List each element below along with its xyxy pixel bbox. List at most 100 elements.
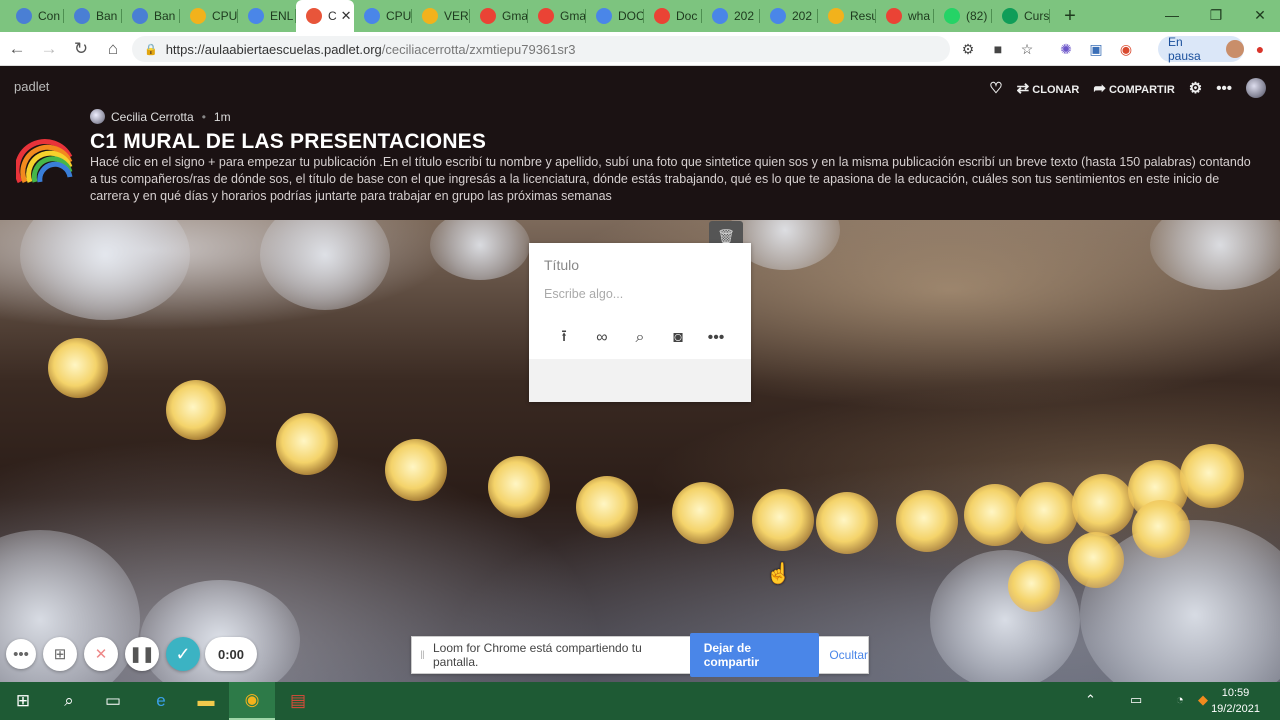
more-icon[interactable]: ••• [1216, 80, 1232, 97]
search-icon[interactable]: ⌕ [629, 327, 651, 349]
post-body-input[interactable]: Escribe algo... [544, 287, 623, 301]
maximize-icon[interactable]: ❐ [1194, 0, 1238, 30]
camera-icon[interactable]: ■ [988, 39, 1008, 59]
new-tab-button[interactable]: + [1056, 0, 1084, 32]
browser-tab[interactable]: CPU [354, 0, 412, 32]
tab-label: Gma [560, 9, 586, 23]
post-composer: Título Escribe algo... ⭱ ∞ ⌕ ◙ ••• [529, 243, 751, 402]
profile-chip[interactable]: En pausa [1158, 35, 1244, 63]
share-button[interactable]: ➦ COMPARTIR [1093, 79, 1174, 97]
url-path: /ceciliacerrotta/zxmtiepu79361sr3 [381, 41, 576, 57]
c-circle-icon [16, 8, 32, 24]
more-icon[interactable]: ••• [6, 639, 36, 669]
drawing-tool-icon[interactable]: ⊞ [43, 637, 77, 671]
avast-icon[interactable]: ◆ [1198, 692, 1208, 708]
drag-handle-icon[interactable]: ‖ [420, 648, 425, 662]
c-circle-icon [132, 8, 148, 24]
browser-tab[interactable]: CPU [180, 0, 238, 32]
browser-tab[interactable]: 202 [760, 0, 818, 32]
page-description: Hacé clic en el signo + para empezar tu … [90, 155, 1251, 203]
menu-icon[interactable]: ● [1250, 39, 1270, 59]
edge-icon[interactable]: e [138, 682, 184, 720]
loom-extension-icon[interactable]: ◉ [1116, 39, 1136, 59]
avatar [90, 109, 105, 124]
avatar [1226, 40, 1244, 58]
system-clock[interactable]: 10:59 19/2/2021 [1211, 685, 1260, 717]
pause-recording-button[interactable]: ❚❚ [125, 637, 159, 671]
more-icon[interactable]: ••• [705, 327, 727, 349]
browser-tab[interactable]: Doc [644, 0, 702, 32]
heart-icon[interactable]: ♡ [989, 79, 1002, 97]
home-icon[interactable]: ⌂ [98, 34, 128, 64]
site-settings-icon[interactable]: ⚙ [958, 39, 978, 59]
hide-button[interactable]: Ocultar [829, 648, 868, 662]
author-line: Cecilia Cerrotta • 1m [90, 109, 231, 124]
screen-share-notification: ‖ Loom for Chrome está compartiendo tu p… [411, 633, 869, 677]
browser-tab[interactable]: 202 [702, 0, 760, 32]
tab-label: Gma [502, 9, 528, 23]
browser-tab[interactable]: Gma [470, 0, 528, 32]
tab-label: C [328, 9, 337, 23]
chrome-icon[interactable]: ◉ [229, 682, 275, 720]
browser-tab[interactable]: Con [6, 0, 64, 32]
drive-icon [828, 8, 844, 24]
browser-tab[interactable]: Ban [122, 0, 180, 32]
close-window-icon[interactable]: ✕ [1238, 0, 1280, 30]
browser-tab[interactable]: Gma [528, 0, 586, 32]
cancel-recording-button[interactable]: ✕ [84, 637, 118, 671]
windows-start-icon[interactable]: ⊞ [0, 682, 46, 720]
clone-button[interactable]: ⇄ CLONAR [1017, 79, 1080, 97]
wifi-icon[interactable]: ◔ [1176, 692, 1184, 707]
camera-icon[interactable]: ◙ [667, 327, 689, 349]
browser-tab[interactable]: VER [412, 0, 470, 32]
upload-icon[interactable]: ⭱ [553, 327, 575, 349]
padlet-header: padlet ♡ ⇄ CLONAR ➦ COMPARTIR ⚙ ••• Ceci… [0, 66, 1280, 220]
gear-icon[interactable]: ⚙ [1189, 79, 1202, 97]
rainbow-icon [306, 8, 322, 24]
browser-tab[interactable]: Curs [992, 0, 1050, 32]
chevron-up-icon[interactable]: ⌃ [1085, 692, 1096, 708]
browser-tab[interactable]: ENL [238, 0, 296, 32]
link-icon[interactable]: ∞ [591, 327, 613, 349]
extension-icon[interactable]: ✺ [1056, 39, 1076, 59]
windows-taskbar: ⊞ ⌕ ▭ e ▬ ◉ ▤ ⌃ ▭ ◔ ◆ 10:59 19/2/2021 [0, 682, 1280, 720]
author-name: Cecilia Cerrotta [111, 109, 194, 124]
browser-toolbar: ← → ↻ ⌂ 🔒 https://aulaabiertaescuelas.pa… [0, 32, 1280, 66]
finish-recording-button[interactable]: ✓ [166, 637, 200, 671]
browser-tab[interactable]: C ✕ [296, 0, 354, 32]
browser-tab[interactable]: Resu [818, 0, 876, 32]
browser-tab[interactable]: DOC [586, 0, 644, 32]
search-icon[interactable]: ⌕ [46, 682, 92, 720]
forward-icon[interactable]: → [34, 34, 64, 64]
minimize-icon[interactable]: — [1150, 0, 1194, 30]
tab-strip: Con Ban Ban CPU ENL C ✕ CPU VER Gma Gma DOC Doc 202 20… [0, 0, 1280, 32]
post-title-input[interactable]: Título [544, 257, 579, 273]
share-message: Loom for Chrome está compartiendo tu pan… [432, 641, 642, 669]
tab-label: DOC [618, 9, 644, 23]
stop-sharing-button[interactable]: Dejar de compartir [689, 633, 820, 677]
pdf-reader-icon[interactable]: ▤ [275, 682, 321, 720]
close-tab-icon[interactable]: ✕ [341, 8, 352, 24]
padlet-logo[interactable]: padlet [14, 79, 49, 94]
tab-label: (82) [966, 9, 988, 23]
whatsapp-icon [944, 8, 960, 24]
tab-label: 202 [734, 9, 755, 23]
share-icon: ➦ [1093, 80, 1106, 97]
address-bar[interactable]: 🔒 https://aulaabiertaescuelas.padlet.org… [132, 36, 950, 62]
extension-icon[interactable]: ▣ [1086, 39, 1106, 59]
battery-icon[interactable]: ▭ [1130, 692, 1142, 708]
star-icon[interactable]: ☆ [1017, 39, 1037, 59]
back-icon[interactable]: ← [2, 34, 32, 64]
drive-icon [422, 8, 438, 24]
classroom-icon [1002, 8, 1018, 24]
task-view-icon[interactable]: ▭ [90, 682, 136, 720]
tab-label: Ban [96, 9, 118, 23]
browser-tab[interactable]: wha [876, 0, 934, 32]
timestamp: 1m [213, 109, 231, 124]
file-explorer-icon[interactable]: ▬ [183, 682, 229, 720]
avatar[interactable] [1246, 78, 1266, 98]
reload-icon[interactable]: ↻ [66, 34, 96, 64]
browser-tab[interactable]: Ban [64, 0, 122, 32]
c-circle-icon [74, 8, 90, 24]
browser-tab[interactable]: (82) [934, 0, 992, 32]
